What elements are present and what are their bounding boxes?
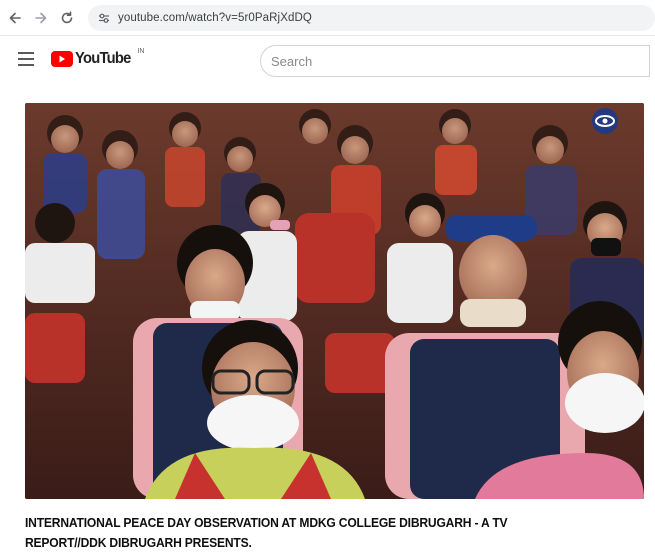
url-text[interactable]: youtube.com/watch?v=5r0PaRjXdDQ — [118, 12, 312, 24]
tune-icon[interactable] — [96, 10, 112, 26]
logo-text: YouTube — [75, 50, 131, 67]
search-input[interactable] — [271, 53, 649, 69]
arrow-left-icon[interactable] — [4, 7, 26, 29]
arrow-right-icon[interactable] — [30, 7, 52, 29]
reload-icon[interactable] — [56, 7, 78, 29]
play-logo-icon — [51, 51, 73, 67]
youtube-logo[interactable]: YouTube IN — [51, 47, 145, 68]
youtube-header: YouTube IN — [0, 36, 655, 84]
browser-toolbar: youtube.com/watch?v=5r0PaRjXdDQ — [0, 0, 655, 36]
video-title: INTERNATIONAL PEACE DAY OBSERVATION AT M… — [25, 515, 508, 550]
search-box[interactable] — [260, 45, 650, 77]
video-frame — [25, 103, 644, 499]
doordarshan-logo — [592, 108, 618, 134]
address-bar[interactable]: youtube.com/watch?v=5r0PaRjXdDQ — [88, 5, 655, 31]
logo-region-code: IN — [137, 47, 145, 55]
hamburger-menu-icon[interactable] — [18, 52, 34, 66]
video-player[interactable] — [25, 103, 644, 499]
